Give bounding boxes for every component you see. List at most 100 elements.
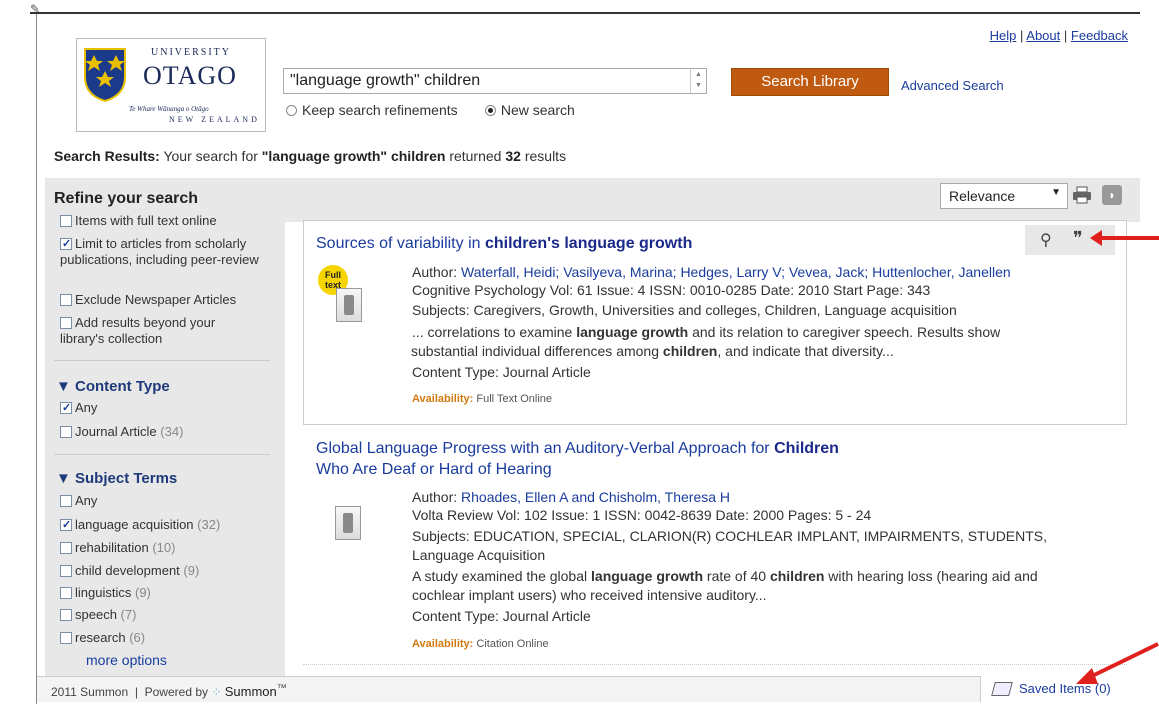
- subject-speech[interactable]: speech (7): [60, 607, 136, 623]
- subject-terms-heading[interactable]: ▼ Subject Terms: [56, 470, 177, 487]
- checkbox[interactable]: [60, 632, 72, 644]
- cite-icon[interactable]: ❞: [1073, 228, 1083, 249]
- trademark: ™: [276, 683, 287, 694]
- facet-title-text: Subject Terms: [75, 470, 178, 487]
- checkbox[interactable]: [60, 609, 72, 621]
- university-logo[interactable]: UNIVERSITY OTAGO Te Whare Wānanga o Otāg…: [76, 38, 266, 132]
- option-exclude-newspaper[interactable]: Exclude Newspaper Articles: [60, 292, 236, 308]
- advanced-search-link[interactable]: Advanced Search: [901, 78, 1004, 93]
- facet-count: (9): [134, 585, 151, 600]
- result-authors: Author: Waterfall, Heidi; Vasilyeva, Mar…: [412, 264, 1011, 281]
- logo-country: NEW ZEALAND: [169, 115, 260, 124]
- logo-tagline: Te Whare Wānanga o Otāgo: [129, 105, 209, 113]
- snippet-text: A study examined the global: [412, 568, 592, 584]
- snippet-text: with hearing loss (hearing aid and: [824, 568, 1038, 584]
- new-search-label: New search: [500, 102, 575, 118]
- option-label: Exclude Newspaper Articles: [75, 292, 237, 307]
- separator: |: [1019, 28, 1024, 43]
- result-availability[interactable]: Availability: Citation Online: [412, 638, 549, 650]
- checkbox[interactable]: [60, 565, 72, 577]
- content-type-journal[interactable]: Journal Article (34): [60, 424, 183, 440]
- result-title-text: Sources of variability in: [316, 235, 485, 252]
- more-options-link[interactable]: more options: [86, 652, 167, 668]
- snippet-highlight: language growth: [591, 568, 704, 584]
- facet-label: research: [75, 630, 126, 645]
- checkbox[interactable]: [60, 215, 72, 227]
- subject-child-development[interactable]: child development (9): [60, 563, 199, 579]
- divider: [54, 454, 270, 455]
- footer-year: 2011 Summon: [51, 685, 129, 699]
- refine-title: Refine your search: [54, 190, 199, 207]
- summon-logo-icon: ⁘: [211, 685, 222, 699]
- summary-pre: Your search for: [163, 148, 258, 164]
- checkbox[interactable]: [60, 542, 72, 554]
- checkbox[interactable]: [60, 587, 72, 599]
- annotation-arrow: [1090, 230, 1159, 246]
- folder-icon: [991, 682, 1013, 696]
- help-link[interactable]: Help: [990, 28, 1017, 43]
- preview-icon[interactable]: ⚲: [1040, 230, 1052, 250]
- summary-count: 32: [505, 148, 521, 164]
- subject-linguistics[interactable]: linguistics (9): [60, 585, 151, 601]
- facet-label: Any: [75, 400, 98, 415]
- result-citation: Volta Review Vol: 102 Issue: 1 ISSN: 004…: [412, 507, 872, 523]
- facet-label: linguistics: [75, 585, 132, 600]
- facet-label: speech: [75, 607, 117, 622]
- result-subjects-cont: Language Acquisition: [412, 547, 546, 563]
- document-icon: [336, 288, 362, 322]
- footer-left: 2011 Summon | Powered by ⁘ Summon™: [51, 677, 287, 704]
- checkbox[interactable]: [60, 495, 72, 507]
- checkbox[interactable]: [60, 400, 72, 416]
- checkbox[interactable]: [60, 317, 72, 329]
- summon-brand: Summon: [224, 684, 277, 699]
- result-citation: Cognitive Psychology Vol: 61 Issue: 4 IS…: [412, 282, 931, 298]
- result-title[interactable]: Sources of variability in children's lan…: [316, 235, 692, 253]
- feedback-link[interactable]: Feedback: [1071, 28, 1128, 43]
- print-icon[interactable]: [1072, 185, 1092, 205]
- result-content-type: Content Type: Journal Article: [412, 364, 591, 380]
- facet-count: (34): [160, 424, 184, 439]
- subject-any[interactable]: Any: [60, 493, 97, 509]
- about-link[interactable]: About: [1026, 28, 1060, 43]
- top-links: Help | About | Feedback: [990, 28, 1128, 43]
- keep-refinements-radio[interactable]: [286, 105, 297, 116]
- author-links[interactable]: Rhoades, Ellen A and Chisholm, Theresa H: [461, 489, 730, 505]
- checkbox[interactable]: [60, 517, 72, 533]
- result-title-text: Global Language Progress with an Auditor…: [316, 440, 775, 457]
- facet-count: (9): [183, 563, 200, 578]
- result-snippet: A study examined the global language gro…: [412, 568, 1038, 585]
- search-library-button[interactable]: Search Library: [731, 68, 889, 96]
- result-title[interactable]: Global Language Progress with an Auditor…: [316, 440, 839, 458]
- content-type-any[interactable]: Any: [60, 400, 97, 416]
- option-beyond-collection[interactable]: Add results beyond your library's collec…: [60, 315, 250, 347]
- facet-count: (7): [120, 607, 137, 622]
- snippet-text: rate of 40: [703, 568, 770, 584]
- checkbox[interactable]: [60, 294, 72, 306]
- subject-research[interactable]: research (6): [60, 630, 145, 646]
- availability-label: Availability:: [412, 393, 474, 405]
- result-subjects: Subjects: Caregivers, Growth, Universiti…: [412, 302, 957, 318]
- result-availability[interactable]: Availability: Full Text Online: [412, 393, 552, 405]
- subject-language-acquisition[interactable]: language acquisition (32): [60, 517, 220, 533]
- option-label: Limit to articles from scholarly publica…: [60, 236, 259, 267]
- subject-rehabilitation[interactable]: rehabilitation (10): [60, 540, 175, 556]
- spinner-icon[interactable]: ▲ ▼: [690, 69, 706, 93]
- facet-label: Journal Article: [75, 424, 157, 439]
- result-title-line2[interactable]: Who Are Deaf or Hard of Hearing: [316, 461, 552, 479]
- snippet-text: , and indicate that diversity...: [717, 343, 894, 359]
- checkbox[interactable]: [60, 426, 72, 438]
- crest-icon: [84, 48, 126, 103]
- option-full-text[interactable]: Items with full text online: [60, 213, 217, 229]
- sort-select[interactable]: Relevance ▼: [940, 183, 1068, 209]
- rss-icon[interactable]: ◗: [1102, 185, 1122, 205]
- search-mode-options: Keep search refinements New search: [286, 102, 575, 118]
- summary-post: results: [524, 148, 567, 164]
- summary-mid: returned: [449, 148, 502, 164]
- checkbox[interactable]: [60, 236, 72, 252]
- new-search-radio[interactable]: [484, 105, 496, 116]
- search-input[interactable]: "language growth" children ▲ ▼: [283, 68, 707, 94]
- content-type-heading[interactable]: ▼ Content Type: [56, 378, 170, 395]
- facet-label: rehabilitation: [75, 540, 149, 555]
- author-links[interactable]: Waterfall, Heidi; Vasilyeva, Marina; Hed…: [461, 264, 1011, 280]
- option-scholarly[interactable]: Limit to articles from scholarly publica…: [60, 236, 280, 268]
